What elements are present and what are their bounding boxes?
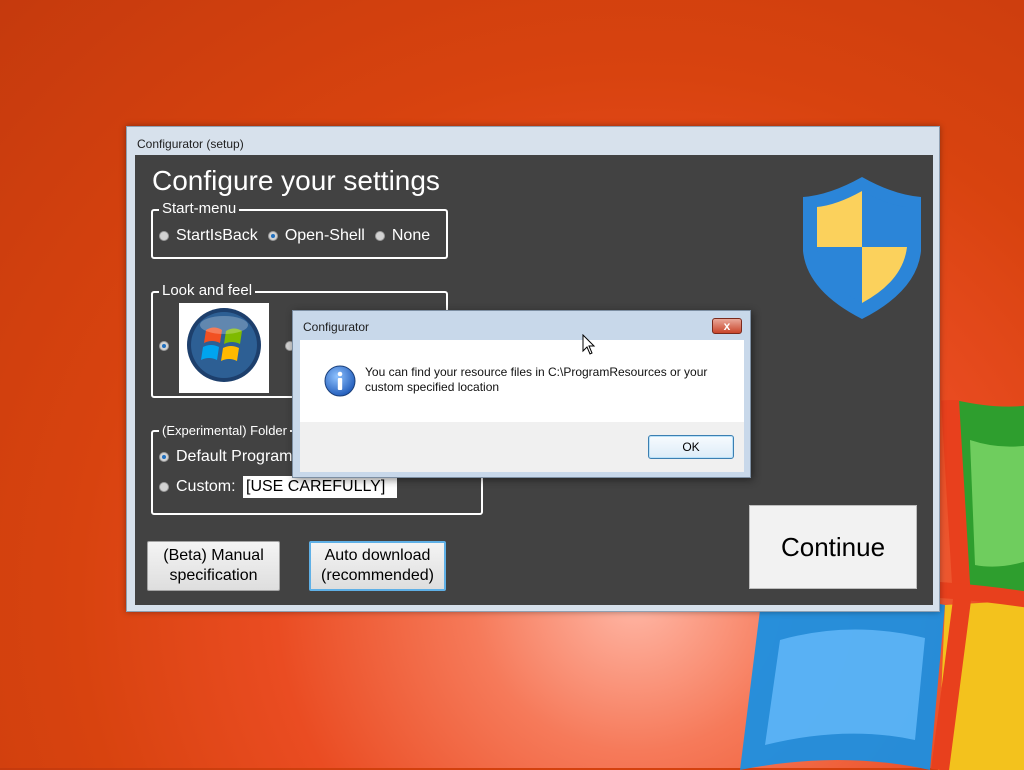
windows-vista-logo-icon <box>187 308 261 382</box>
custom-folder-input[interactable]: [USE CAREFULLY] <box>243 476 397 498</box>
startisback-radio[interactable] <box>159 231 169 241</box>
dialog-body: You can find your resource files in C:\P… <box>300 340 744 472</box>
default-folder-radio[interactable] <box>159 452 169 462</box>
look-and-feel-legend: Look and feel <box>159 282 256 299</box>
vista-theme-radio[interactable] <box>159 341 169 351</box>
start-menu-legend: Start-menu <box>159 200 240 217</box>
page-heading: Configure your settings <box>152 165 440 196</box>
none-label[interactable]: None <box>392 227 430 245</box>
auto-download-button[interactable]: Auto download (recommended) <box>309 541 446 591</box>
open-shell-label[interactable]: Open-Shell <box>285 227 365 245</box>
close-icon[interactable]: x <box>712 318 742 334</box>
custom-folder-label[interactable]: Custom: <box>176 478 236 496</box>
dialog-message: You can find your resource files in C:\P… <box>365 365 708 394</box>
open-shell-radio[interactable] <box>267 231 278 241</box>
none-radio[interactable] <box>374 231 385 241</box>
ok-button[interactable]: OK <box>648 435 734 459</box>
security-shield-icon <box>803 177 921 319</box>
message-dialog: Configurator x You can find your resourc… <box>292 310 751 478</box>
custom-folder-radio[interactable] <box>159 482 169 492</box>
folder-legend: (Experimental) Folder <box>159 423 290 438</box>
dialog-footer: OK <box>300 422 744 472</box>
default-folder-label[interactable]: Default Program <box>176 448 293 466</box>
start-menu-group: Start-menu StartIsBack Open-Shell None <box>151 200 448 259</box>
manual-specification-button[interactable]: (Beta) Manual specification <box>147 541 280 591</box>
dialog-title: Configurator <box>303 320 370 334</box>
continue-button[interactable]: Continue <box>749 505 917 589</box>
information-icon <box>324 365 356 397</box>
windows-vista-logo-tile[interactable] <box>179 303 269 393</box>
window-title: Configurator (setup) <box>137 137 244 151</box>
mouse-pointer-icon <box>582 334 596 355</box>
startisback-label[interactable]: StartIsBack <box>176 227 258 245</box>
